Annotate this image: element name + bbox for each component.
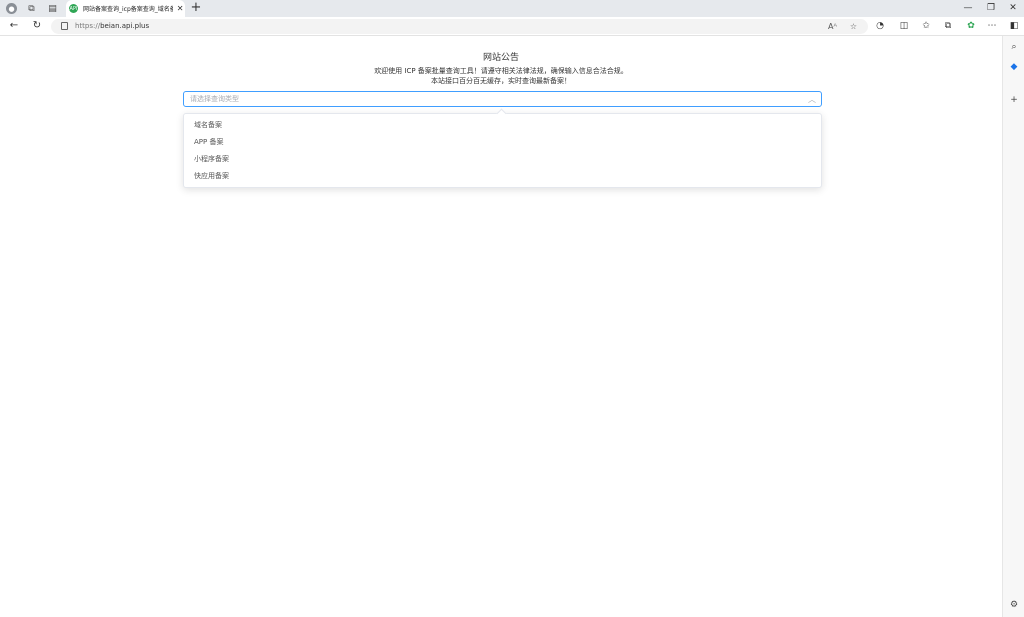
web-page: 网站公告 欢迎使用 ICP 备案批量查询工具！请遵守相关法律法规，确保输入信息合… (0, 36, 1002, 617)
favorites-icon[interactable]: ✩ (920, 20, 932, 32)
collections-icon[interactable]: ⧉ (942, 20, 954, 32)
window-close-icon[interactable]: ✕ (1006, 2, 1020, 14)
notice-title: 网站公告 (482, 53, 519, 63)
refresh-icon[interactable]: ↻ (31, 20, 43, 32)
search-icon[interactable]: ⌕ (1008, 41, 1020, 53)
browser-window: ● ⧉ ▤ API 网站备案查询_icp备案查询_域名备案 ✕ + — ❐ ✕ … (0, 0, 1024, 617)
notice-text-cache: 本站接口百分百无缓存，实时查询最新备案！ (431, 77, 571, 85)
select-placeholder: 请选择查询类型 (190, 95, 239, 103)
back-arrow-icon[interactable]: ← (8, 20, 20, 32)
tab-actions-icon[interactable]: ▤ (47, 3, 58, 14)
url-host: beian.api.plus (100, 22, 150, 30)
more-menu-icon[interactable]: ⋯ (986, 20, 998, 32)
settings-gear-icon[interactable]: ⚙ (1008, 599, 1020, 611)
url-text[interactable]: https://beian.api.plus (75, 21, 149, 32)
address-bar[interactable]: https://beian.api.plus Aᴬ ☆ (51, 19, 868, 34)
notice-text: 欢迎使用 ICP 备案批量查询工具！请遵守相关法律法规，确保输入信息合法合规。 (374, 67, 628, 75)
browser-essentials-icon[interactable]: ◔ (874, 20, 886, 32)
chevron-up-icon: ︿ (808, 95, 816, 104)
option-app[interactable]: APP 备案 (184, 134, 821, 151)
tab-favicon-icon: API (69, 4, 78, 13)
query-type-select[interactable]: 请选择查询类型 ︿ (183, 91, 822, 107)
tab-close-icon[interactable]: ✕ (175, 4, 185, 13)
profile-icon[interactable]: ● (6, 3, 17, 14)
tab-title: 网站备案查询_icp备案查询_域名备案 (83, 6, 174, 13)
add-app-icon[interactable]: + (1008, 94, 1020, 106)
workspaces-icon[interactable]: ⧉ (26, 3, 37, 14)
option-miniprogram[interactable]: 小程序备案 (184, 151, 821, 168)
option-quickapp[interactable]: 快应用备案 (184, 168, 821, 185)
navigation-bar: ← ↻ https://beian.api.plus Aᴬ ☆ ◔ ◫ ✩ ⧉ … (0, 17, 1024, 36)
restore-icon[interactable]: ❐ (984, 2, 998, 14)
minimize-icon[interactable]: — (961, 2, 975, 14)
active-tab[interactable]: API 网站备案查询_icp备案查询_域名备案 ✕ (66, 0, 185, 17)
option-domain[interactable]: 域名备案 (184, 117, 821, 134)
edge-sidebar: ⌕ ◆ + ⚙ (1002, 36, 1024, 617)
shopping-icon[interactable]: ◆ (1008, 61, 1020, 73)
select-dropdown: 域名备案 APP 备案 小程序备案 快应用备案 (183, 108, 822, 188)
split-screen-icon[interactable]: ◫ (898, 20, 910, 32)
extension-icon[interactable]: ✿ (965, 20, 977, 32)
read-aloud-icon[interactable]: Aᴬ (827, 21, 838, 32)
site-info-icon[interactable] (61, 22, 68, 30)
sidebar-toggle-icon[interactable]: ◧ (1008, 20, 1020, 32)
favorite-star-icon[interactable]: ☆ (848, 21, 859, 32)
new-tab-icon[interactable]: + (190, 1, 202, 15)
url-scheme: https:// (75, 22, 101, 30)
tab-strip: ● ⧉ ▤ API 网站备案查询_icp备案查询_域名备案 ✕ + — ❐ ✕ (0, 0, 1024, 17)
